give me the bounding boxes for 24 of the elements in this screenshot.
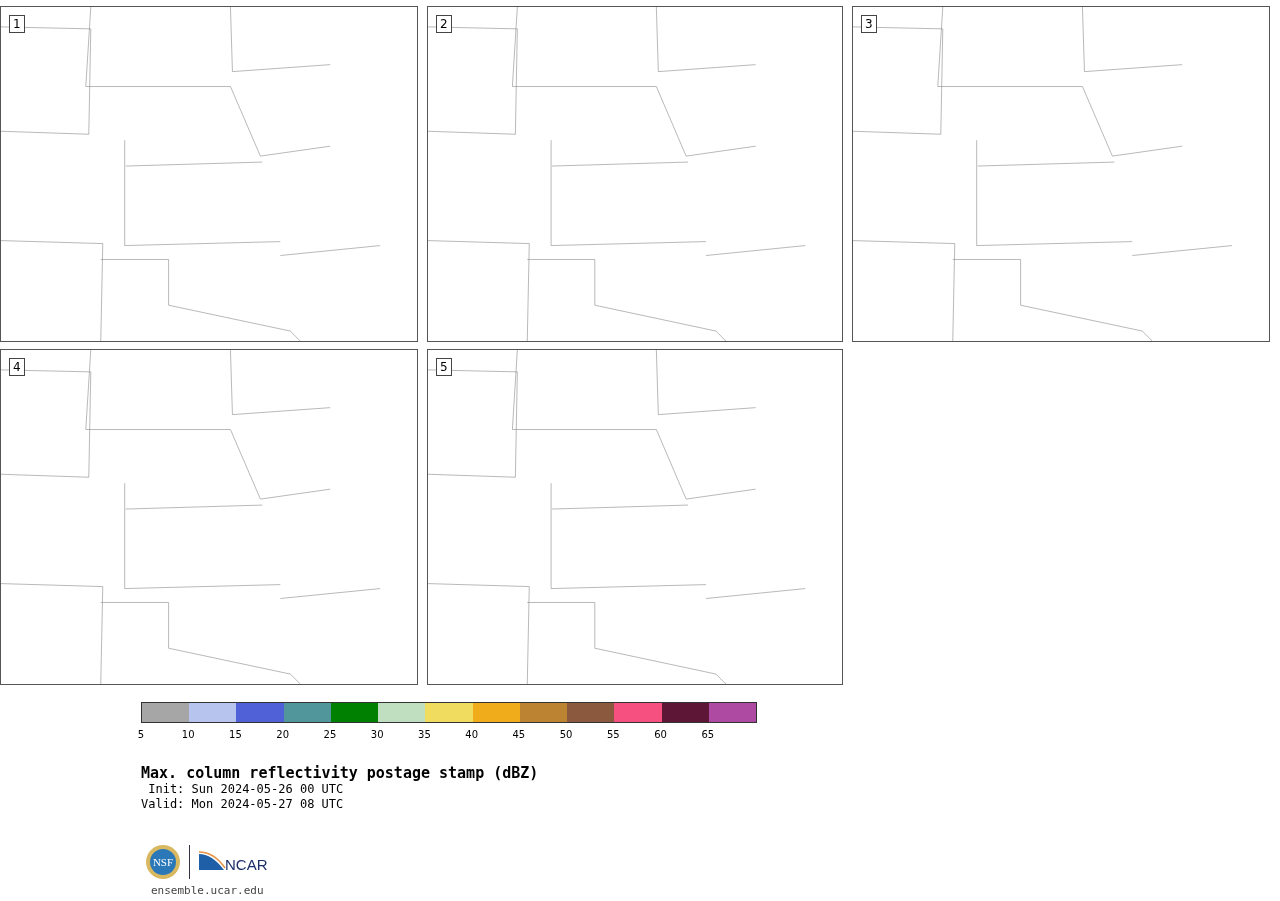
tick-label: 45 bbox=[512, 728, 526, 740]
panel-number: 1 bbox=[9, 15, 25, 33]
tick-label: 10 bbox=[181, 728, 195, 740]
tick-label: 25 bbox=[323, 728, 337, 740]
tick-label: 40 bbox=[465, 728, 478, 740]
panel-number: 5 bbox=[436, 358, 452, 376]
tick-label: 65 bbox=[701, 728, 715, 740]
tick-label: 35 bbox=[418, 728, 431, 740]
tick-label: 55 bbox=[607, 728, 620, 740]
tick-label: 15 bbox=[229, 728, 242, 740]
panel-number: 3 bbox=[861, 15, 877, 33]
nsf-logo: NSF bbox=[145, 844, 181, 880]
tick-label: 50 bbox=[559, 728, 573, 740]
chart-title: Max. column reflectivity postage stamp (dBZ) bbox=[141, 764, 540, 782]
tick-label: 30 bbox=[370, 728, 384, 740]
panel-number: 2 bbox=[436, 15, 452, 33]
init-time: Init: Sun 2024-05-26 00 UTC bbox=[147, 782, 345, 797]
panel-number: 4 bbox=[9, 358, 25, 376]
website-url: ensemble.ucar.edu bbox=[151, 884, 265, 897]
ncar-logo: NCAR bbox=[198, 850, 274, 874]
tick-label: 60 bbox=[654, 728, 667, 740]
tick-label: 5 bbox=[137, 728, 145, 740]
tick-label: 20 bbox=[276, 728, 290, 740]
valid-time: Valid: Mon 2024-05-27 08 UTC bbox=[141, 797, 345, 812]
